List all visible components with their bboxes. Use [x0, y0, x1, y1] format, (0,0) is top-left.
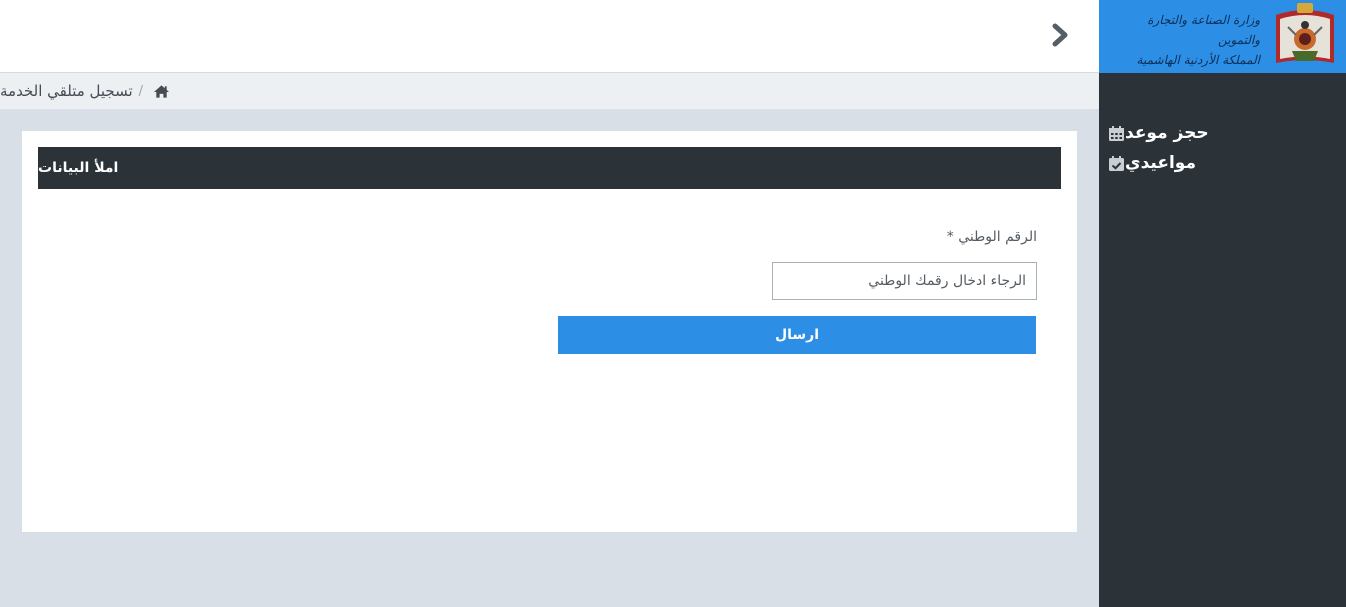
jordan-coat-of-arms-icon: [1276, 3, 1334, 63]
sidebar-item-my-appointments[interactable]: مواعيدي: [1099, 148, 1346, 178]
ministry-line-1: وزارة الصناعة والتجارة والتموين: [1147, 13, 1260, 47]
sidebar-item-label: مواعيدي: [1125, 153, 1196, 173]
national-id-label: الرقم الوطني *: [946, 229, 1037, 245]
breadcrumb-separator: /: [138, 83, 144, 99]
breadcrumb: تسجيل متلقي الخدمة /: [0, 73, 1099, 109]
sidebar-menu: حجز موعد مواعيدي: [1099, 118, 1346, 178]
sidebar: وزارة الصناعة والتجارة والتموين المملكة …: [1099, 0, 1346, 607]
ministry-line-2: المملكة الأردنية الهاشمية: [1136, 53, 1260, 67]
national-id-input[interactable]: [772, 262, 1037, 300]
home-icon[interactable]: [153, 84, 170, 99]
form-header: املأ البيانات: [38, 147, 1061, 189]
sidebar-item-label: حجز موعد: [1125, 123, 1209, 143]
submit-button[interactable]: ارسال: [558, 316, 1036, 354]
top-bar: [0, 0, 1099, 73]
breadcrumb-current: تسجيل متلقي الخدمة: [0, 82, 133, 100]
logo-header[interactable]: وزارة الصناعة والتجارة والتموين المملكة …: [1099, 0, 1346, 73]
form-card: املأ البيانات الرقم الوطني * ارسال: [22, 131, 1077, 532]
calendar-icon: [1109, 125, 1124, 141]
ministry-logo-text: وزارة الصناعة والتجارة والتموين المملكة …: [1105, 10, 1260, 70]
calendar-check-icon: [1109, 155, 1124, 171]
chevron-right-icon[interactable]: [1048, 22, 1072, 48]
sidebar-item-book-appointment[interactable]: حجز موعد: [1099, 118, 1346, 148]
